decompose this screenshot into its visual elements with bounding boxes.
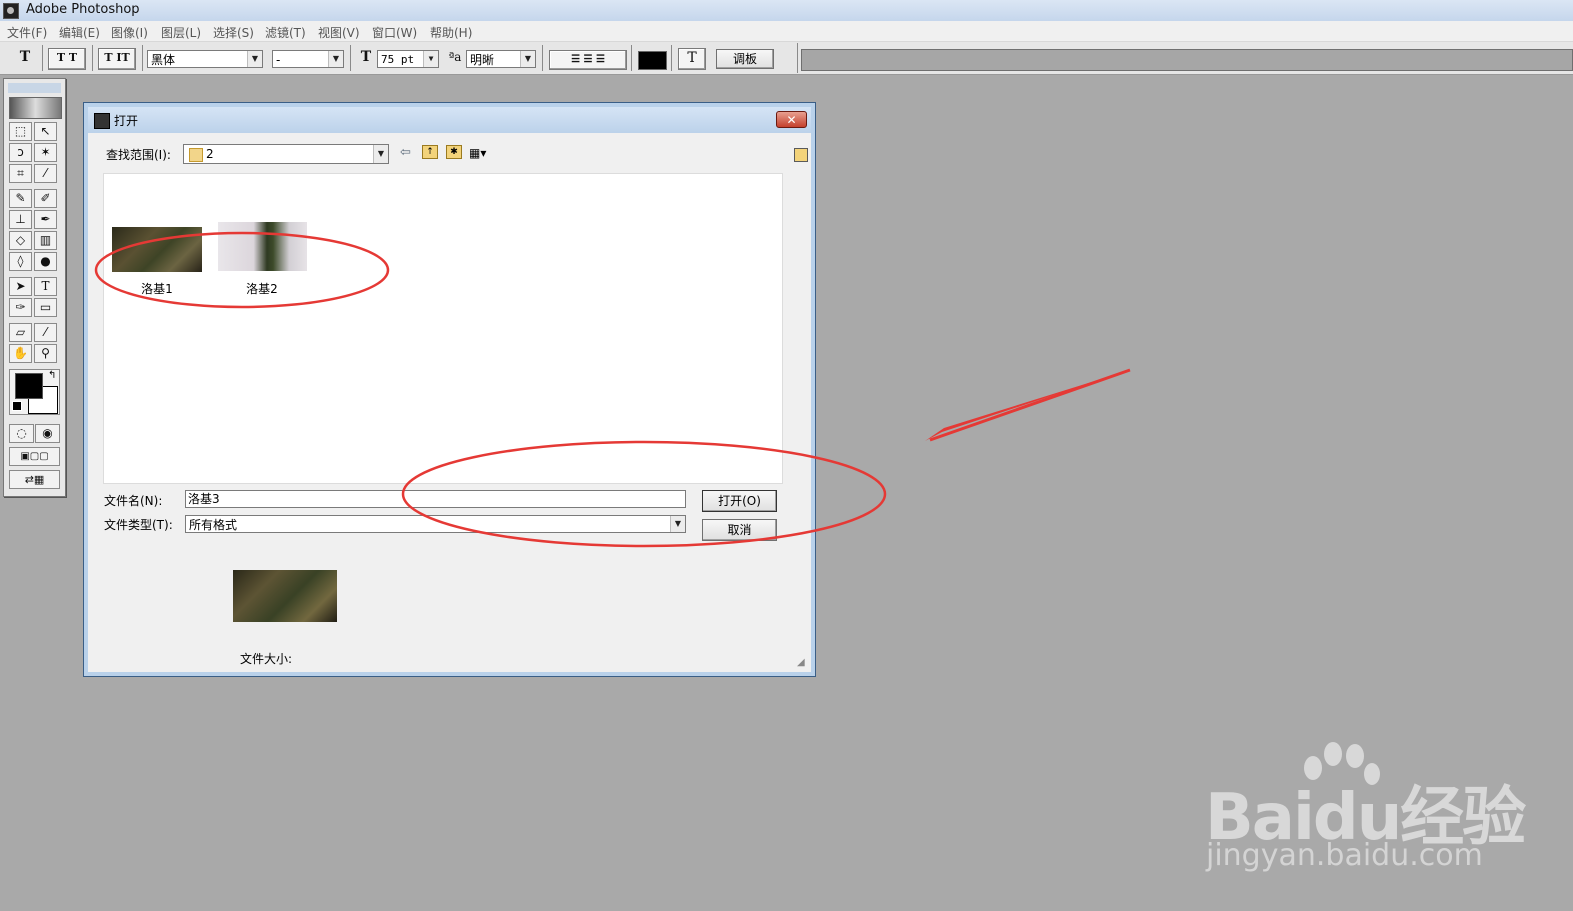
annotation-circle-open-button: [401, 440, 887, 548]
watermark-url: jingyan.baidu.com: [1206, 838, 1483, 873]
annotation-circle-thumbnails: [94, 231, 390, 309]
annotation-arrow-line: [929, 368, 1131, 442]
